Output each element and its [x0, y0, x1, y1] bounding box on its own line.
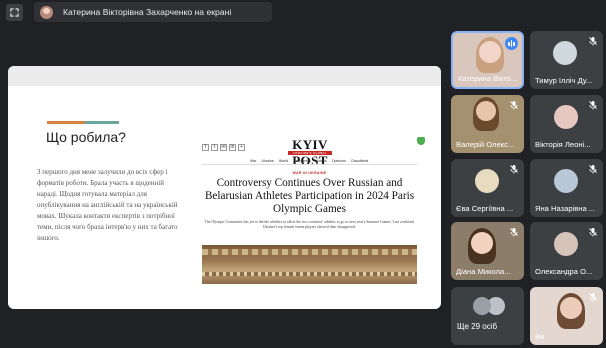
article-nav-item: Classifieds: [350, 159, 369, 163]
presenter-indicator[interactable]: Катерина Вікторівна Захарченко на екрані: [34, 2, 272, 22]
mic-off-icon: [589, 293, 597, 302]
participant-face: [471, 232, 493, 254]
participant-tile[interactable]: Ще 29 осіб: [451, 287, 524, 345]
article-photo: [202, 245, 417, 284]
slide-title: Що робила?: [46, 129, 126, 145]
article-nav-item: Economics: [293, 159, 311, 163]
participant-name: Вікторія Леоні...: [535, 140, 591, 149]
participant-name: Ще 29 осіб: [457, 322, 498, 331]
participant-face: [560, 297, 582, 319]
article-screenshot: f t ✉ in + KYIV POST UKRAINE'S GLOBAL VO…: [190, 136, 429, 284]
divider: [202, 164, 417, 165]
participant-tile[interactable]: Валерій Олекс...: [451, 95, 524, 153]
top-bar: Катерина Вікторівна Захарченко на екрані: [0, 0, 606, 24]
mic-off-icon: [510, 165, 518, 174]
article-nav-item: World: [278, 159, 289, 163]
article-nav-item: Opinions: [331, 159, 346, 163]
accent-line: [47, 121, 119, 124]
share-icon: +: [238, 144, 245, 151]
avatar: [473, 297, 491, 315]
avatar: [554, 232, 578, 256]
participant-tile[interactable]: Тимур Ілліч Ду...: [530, 31, 603, 89]
shield-icon: [416, 137, 425, 145]
participant-name: Єва Сергіївна ...: [456, 204, 514, 213]
masthead-tagline: UKRAINE'S GLOBAL VOICE: [288, 151, 332, 159]
article-lede: The Olympic Committee has yet to decide …: [204, 220, 415, 229]
participant-name: Діана Микола...: [456, 267, 511, 276]
mic-off-icon: [589, 101, 597, 110]
avatar: [554, 169, 578, 193]
participant-face: [476, 101, 496, 121]
participant-tile[interactable]: Олександра О...: [530, 222, 603, 280]
participant-name: Олександра О...: [535, 267, 593, 276]
participant-name: Тимур Ілліч Ду...: [535, 76, 593, 85]
avatar: [475, 169, 499, 193]
expand-icon: [10, 8, 19, 17]
expand-view-button[interactable]: [6, 4, 23, 21]
mic-off-icon: [589, 37, 597, 46]
share-icon: f: [202, 144, 209, 151]
article-nav-item: Videos: [315, 159, 327, 163]
article-nav-item: Ukraine: [261, 159, 274, 163]
mic-off-icon: [589, 228, 597, 237]
participant-name: Валерій Олекс...: [456, 140, 515, 149]
speaking-indicator-icon: [505, 37, 518, 50]
share-icon: in: [229, 144, 236, 151]
participant-tile[interactable]: Вікторія Леоні...: [530, 95, 603, 153]
shared-screen: Що робила? З першого дня мене залучили д…: [8, 66, 441, 309]
presenter-avatar: [40, 5, 53, 19]
mic-off-icon: [510, 101, 518, 110]
share-icon: ✉: [220, 144, 227, 151]
mic-off-icon: [510, 228, 518, 237]
article-nav-item: War: [250, 159, 257, 163]
participant-name: Ви: [535, 332, 545, 341]
participant-name: Катерина Вікто...: [458, 74, 518, 83]
share-icon: t: [211, 144, 218, 151]
participant-face: [479, 41, 501, 63]
participant-tile[interactable]: Катерина Вікто...: [451, 31, 524, 89]
presenter-label: Катерина Вікторівна Захарченко на екрані: [63, 7, 232, 17]
mic-off-icon: [589, 165, 597, 174]
participant-name: Яна Назарівна ...: [535, 204, 596, 213]
participant-tile[interactable]: Яна Назарівна ...: [530, 159, 603, 217]
participant-tile[interactable]: Ви: [530, 287, 603, 345]
participant-tile[interactable]: Єва Сергіївна ...: [451, 159, 524, 217]
slide-header-band: [8, 66, 441, 86]
article-headline: Controversy Continues Over Russian and B…: [204, 177, 415, 215]
slide-body-text: З першого дня мене залучили до всіх сфер…: [37, 168, 178, 242]
article-nav: War Ukraine World Economics Videos Opinions Cl…: [250, 159, 368, 163]
avatar: [553, 41, 577, 65]
badge-logo: [414, 137, 427, 153]
participant-tile[interactable]: Діана Микола...: [451, 222, 524, 280]
section-label: WAR IN UKRAINE: [292, 171, 327, 175]
share-icons: f t ✉ in +: [202, 144, 245, 151]
avatar: [554, 105, 578, 129]
